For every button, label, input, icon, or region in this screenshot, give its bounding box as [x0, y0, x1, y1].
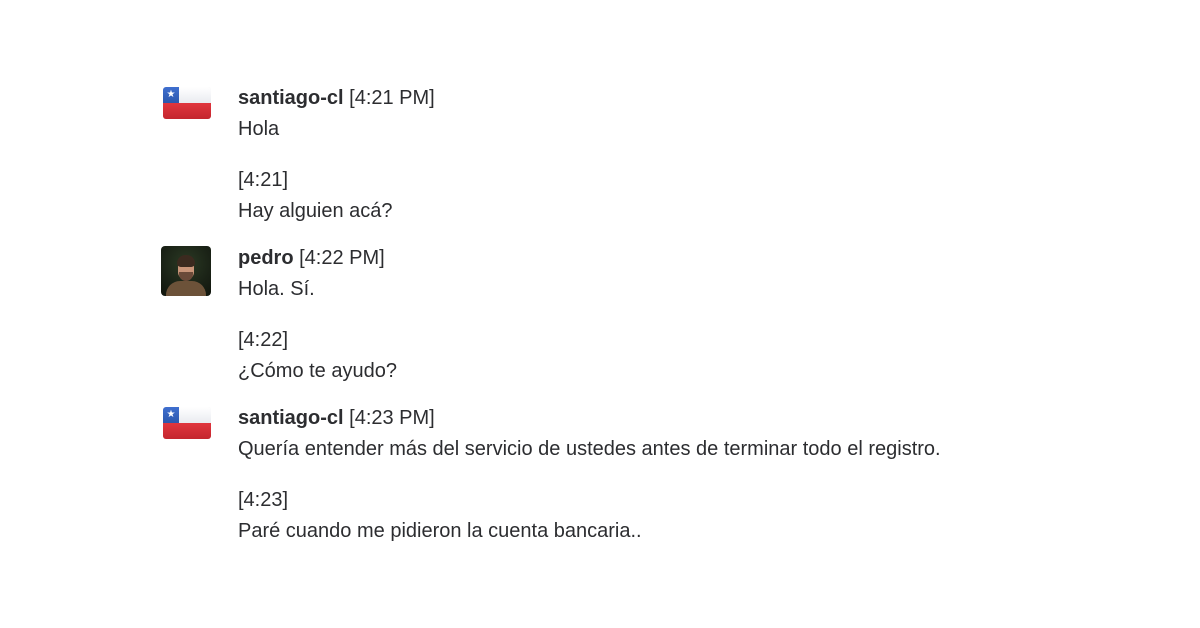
chile-flag-icon: ★	[163, 407, 211, 439]
message-group: ★ santiago-cl [4:23 PM] Quería entender …	[160, 406, 1120, 543]
message-header: santiago-cl [4:21 PM]	[238, 86, 1120, 110]
message-text: Paré cuando me pidieron la cuenta bancar…	[238, 520, 642, 542]
avatar[interactable]: ★	[160, 86, 211, 136]
author-name[interactable]: santiago-cl	[238, 87, 344, 109]
message-text: Hola. Sí.	[238, 278, 315, 300]
message-text: Hola	[238, 118, 280, 140]
chat-transcript: ★ santiago-cl [4:21 PM] Hola [4:21] Hay …	[160, 86, 1120, 543]
message-text: Quería entender más del servicio de uste…	[238, 438, 941, 460]
user-photo	[161, 246, 211, 296]
avatar[interactable]: ★	[160, 406, 211, 456]
message-text: Hay alguien acá?	[238, 200, 393, 222]
avatar[interactable]	[160, 246, 211, 296]
message-text: ¿Cómo te ayudo?	[238, 360, 397, 382]
message-group: pedro [4:22 PM] Hola. Sí. [4:22] ¿Cómo t…	[160, 246, 1120, 383]
timestamp[interactable]: [4:23 PM]	[349, 407, 435, 429]
author-name[interactable]: santiago-cl	[238, 407, 344, 429]
chile-flag-icon: ★	[163, 87, 211, 119]
author-name[interactable]: pedro	[238, 247, 294, 269]
followup-timestamp[interactable]: [4:21]	[238, 168, 1120, 192]
message-group: ★ santiago-cl [4:21 PM] Hola [4:21] Hay …	[160, 86, 1120, 223]
message-header: pedro [4:22 PM]	[238, 246, 1120, 270]
timestamp[interactable]: [4:21 PM]	[349, 87, 435, 109]
timestamp[interactable]: [4:22 PM]	[299, 247, 385, 269]
followup-timestamp[interactable]: [4:23]	[238, 488, 1120, 512]
message-header: santiago-cl [4:23 PM]	[238, 406, 1120, 430]
followup-timestamp[interactable]: [4:22]	[238, 328, 1120, 352]
